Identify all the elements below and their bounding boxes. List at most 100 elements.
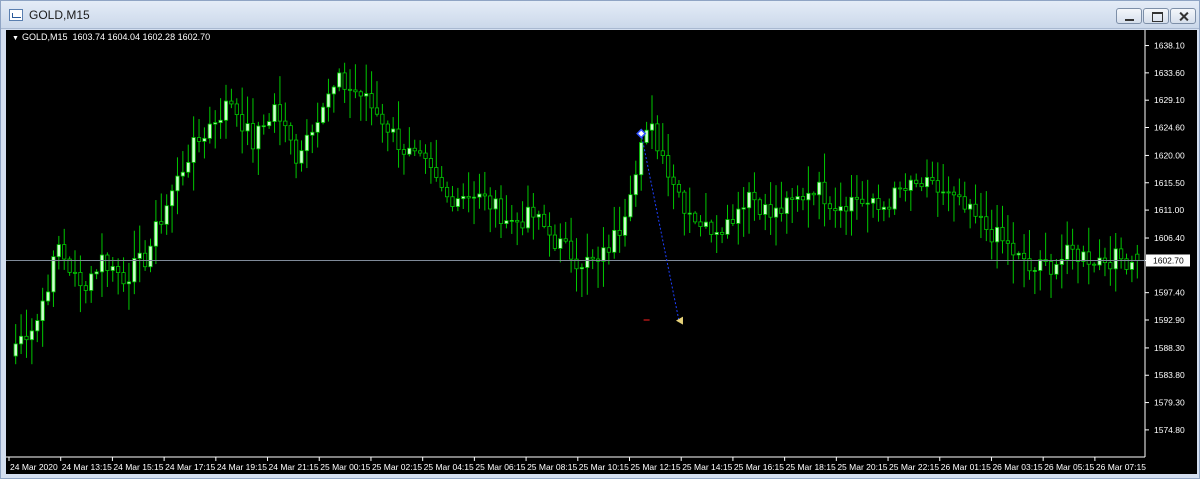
candle-up	[633, 174, 638, 196]
x-tick-label: 25 Mar 20:15	[837, 462, 887, 472]
candle-up	[315, 122, 320, 133]
x-tick-label: 26 Mar 05:15	[1044, 462, 1094, 472]
candle-down	[552, 234, 558, 249]
x-tick-label: 26 Mar 07:15	[1096, 462, 1146, 472]
candle-down	[62, 244, 67, 260]
candle-up	[585, 256, 590, 268]
candle-up	[1038, 259, 1043, 271]
candle-down	[428, 158, 433, 168]
candle-up	[391, 128, 396, 133]
candle-up	[649, 123, 655, 131]
candle-up	[310, 131, 315, 136]
candle-down	[358, 91, 363, 97]
candle-down	[78, 272, 83, 287]
candle-down	[353, 89, 358, 93]
candle-up	[1113, 248, 1118, 270]
candle-down	[520, 221, 525, 229]
candle-down	[488, 195, 493, 210]
candle-down	[234, 103, 239, 116]
candle-down	[800, 196, 806, 201]
candle-up	[132, 258, 137, 283]
candle-up	[19, 335, 24, 345]
candle-up	[504, 220, 509, 224]
candle-down	[1119, 248, 1124, 260]
candle-down	[342, 72, 347, 90]
trade-line	[640, 133, 680, 321]
candle-down	[67, 258, 72, 273]
candle-down	[482, 193, 487, 197]
candle-down	[121, 272, 126, 285]
candle-up	[245, 123, 250, 132]
candle-down	[951, 191, 957, 196]
candle-up	[267, 121, 272, 127]
candle-up	[186, 162, 191, 173]
price-chart[interactable]: 1638.10 1633.60 1629.10 1624.60 1620.00 1615.…	[6, 30, 1197, 474]
x-tick-label: 25 Mar 22:15	[889, 462, 939, 472]
dropdown-triangle-icon[interactable]: ▼	[12, 35, 19, 42]
x-tick-label: 25 Mar 14:15	[682, 462, 732, 472]
y-tick-label: 1583.80	[1154, 370, 1185, 380]
candle-up	[558, 238, 563, 249]
candle-down	[833, 208, 838, 212]
candle-up	[299, 150, 304, 164]
current-price-label: 1602.70	[1153, 255, 1184, 265]
candle-up	[941, 191, 946, 194]
candle-down	[930, 176, 935, 182]
candle-down	[1086, 251, 1091, 265]
candle-up	[1054, 264, 1059, 275]
candle-up	[331, 86, 336, 95]
candle-down	[116, 266, 121, 273]
candle-down	[250, 123, 256, 150]
candle-up	[175, 175, 180, 192]
candle-up	[320, 106, 326, 123]
x-tick-label: 26 Mar 03:15	[992, 462, 1042, 472]
candle-down	[1005, 240, 1010, 244]
close-icon[interactable]	[1170, 8, 1196, 24]
candle-up	[13, 343, 18, 357]
candle-down	[752, 191, 757, 201]
candle-up	[207, 123, 212, 139]
x-tick-label: 25 Mar 00:15	[320, 462, 370, 472]
candle-down	[547, 226, 552, 236]
minimize-icon[interactable]	[1116, 8, 1142, 24]
candle-down	[844, 206, 849, 212]
window-titlebar[interactable]: GOLD,M15	[1, 1, 1199, 29]
candle-up	[126, 281, 132, 285]
candle-up	[892, 187, 897, 210]
candle-down	[935, 180, 940, 193]
y-tick-label: 1638.10	[1154, 41, 1185, 51]
candle-down	[83, 285, 88, 291]
candle-up	[337, 72, 342, 88]
candle-up	[736, 208, 741, 224]
candle-up	[51, 256, 56, 293]
maximize-icon[interactable]	[1143, 8, 1169, 24]
candle-up	[579, 267, 584, 270]
candle-down	[396, 128, 401, 151]
candle-up	[261, 125, 266, 128]
x-tick-label: 24 Mar 2020	[10, 462, 58, 472]
candle-up	[1032, 270, 1037, 272]
candle-up	[153, 221, 158, 247]
candle-down	[1048, 261, 1054, 275]
candle-up	[612, 229, 617, 253]
candle-up	[364, 93, 369, 97]
x-tick-label: 24 Mar 19:15	[217, 462, 267, 472]
candle-down	[563, 238, 568, 242]
candle-up	[89, 273, 94, 291]
candlestick-chart[interactable]: 1638.10 1633.60 1629.10 1624.60 1620.00 1615.…	[6, 30, 1197, 474]
candle-down	[1021, 252, 1027, 260]
candle-up	[601, 247, 606, 262]
candle-up	[881, 206, 886, 210]
candle-up	[272, 104, 277, 122]
candle-down	[779, 207, 784, 214]
candle-up	[493, 198, 498, 210]
candle-up	[784, 197, 789, 214]
candle-down	[698, 221, 703, 227]
y-tick-label: 1606.40	[1154, 233, 1185, 243]
candle-up	[94, 271, 99, 275]
candle-down	[682, 191, 687, 214]
y-tick-label: 1574.80	[1154, 425, 1185, 435]
candle-up	[741, 207, 746, 210]
candle-down	[962, 196, 967, 210]
x-tick-label: 25 Mar 16:15	[734, 462, 784, 472]
